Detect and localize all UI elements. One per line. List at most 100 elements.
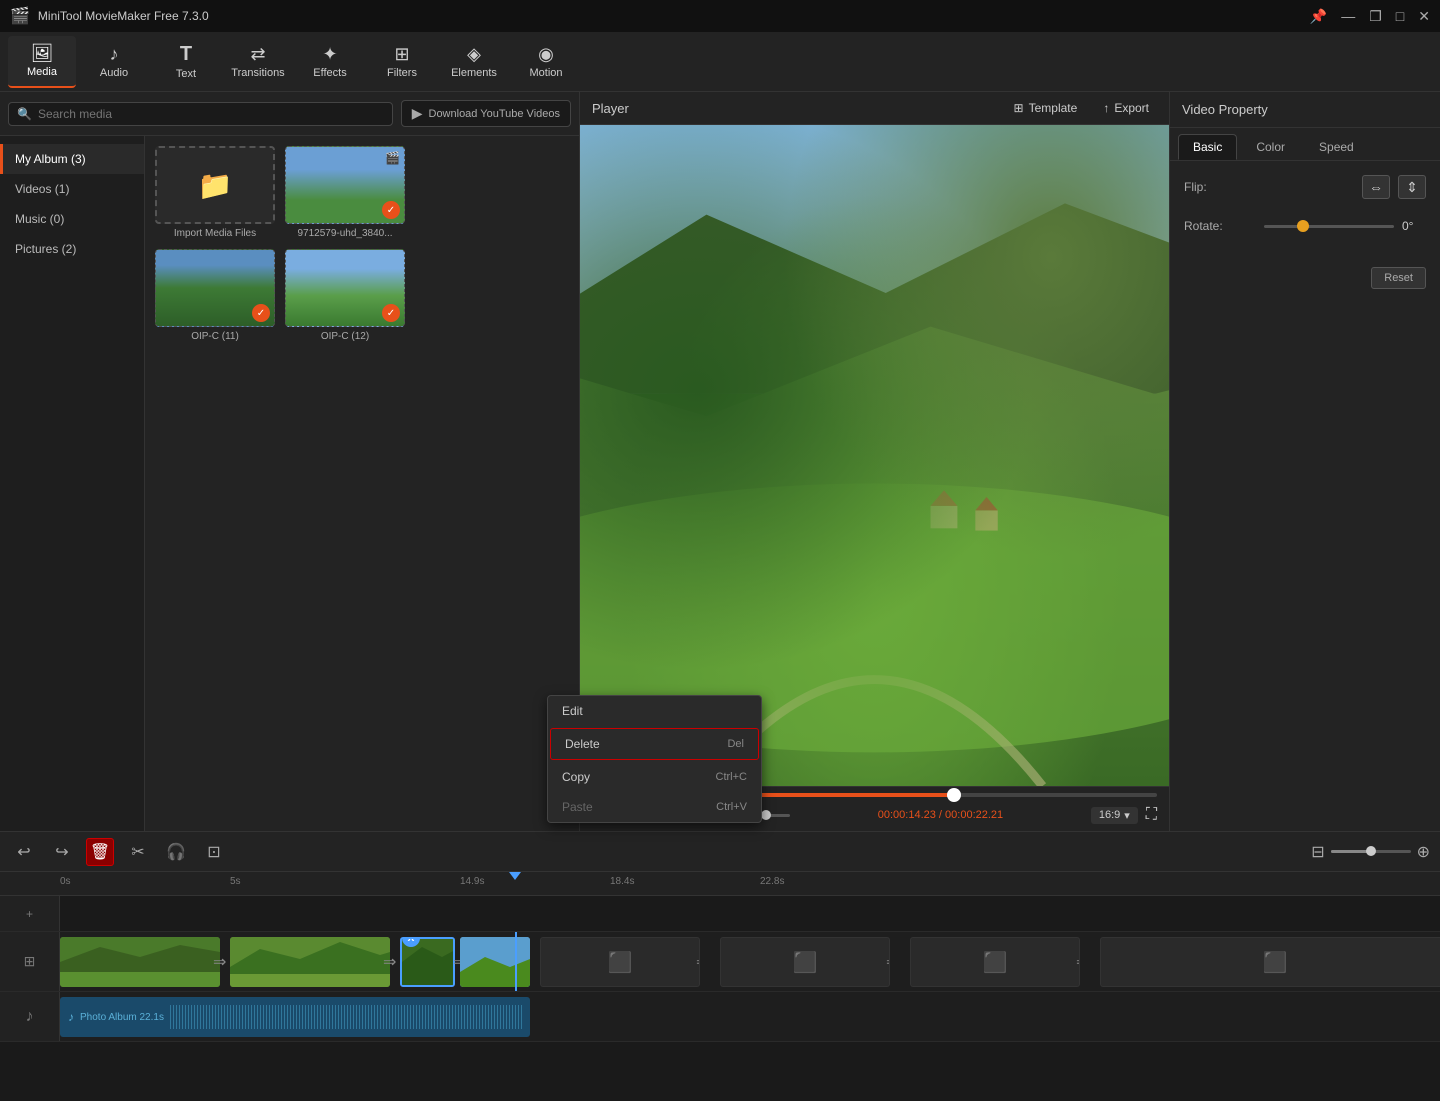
left-panel-top: 🔍 ▶ Download YouTube Videos xyxy=(0,92,579,136)
zoom-slider[interactable] xyxy=(1331,850,1411,853)
tab-basic[interactable]: Basic xyxy=(1178,134,1237,160)
audio-track-row: ♪ ♪ Photo Album 22.1s xyxy=(0,992,1440,1042)
media-item-img2[interactable]: ✓ OIP-C (12) xyxy=(285,249,405,342)
left-panel: 🔍 ▶ Download YouTube Videos My Album (3)… xyxy=(0,92,580,831)
pin-button[interactable]: 📌 xyxy=(1310,8,1327,25)
player-label: Player xyxy=(592,101,629,116)
clip-2-thumb xyxy=(230,937,390,987)
context-menu-edit[interactable]: Edit xyxy=(548,696,761,726)
timeline-clip-empty-3: ⬛ ⇒ xyxy=(910,937,1080,987)
flip-vertical-button[interactable]: ⇕ xyxy=(1398,175,1426,199)
tab-speed[interactable]: Speed xyxy=(1304,134,1369,160)
flip-row: Flip: ⇔ ⇕ xyxy=(1184,175,1426,199)
undo-button[interactable]: ↩ xyxy=(10,838,38,866)
transition-4[interactable]: ⇒ xyxy=(696,952,700,972)
sidebar-item-videos[interactable]: Videos (1) xyxy=(0,174,144,204)
template-button[interactable]: ⊞ Template xyxy=(1006,98,1086,118)
maximize-button[interactable]: □ xyxy=(1396,8,1404,24)
toolbar-item-elements[interactable]: ◈ Elements xyxy=(440,36,508,88)
transition-2[interactable]: ⇒ xyxy=(383,952,396,972)
timeline-clip-empty-2: ⬛ ⇒ xyxy=(720,937,890,987)
track-add-label[interactable]: + xyxy=(0,896,60,931)
redo-button[interactable]: ↪ xyxy=(48,838,76,866)
clip-4-thumb xyxy=(460,937,530,987)
title-bar: 🎬 MiniTool MovieMaker Free 7.3.0 📌 — ❐ □… xyxy=(0,0,1440,32)
tab-color[interactable]: Color xyxy=(1241,134,1300,160)
timeline-clip-3[interactable]: X xyxy=(400,937,455,987)
toolbar-item-audio[interactable]: ♪ Audio xyxy=(80,36,148,88)
close-button[interactable]: ✕ xyxy=(1418,8,1430,25)
context-menu-delete[interactable]: Delete Del xyxy=(550,728,759,760)
crop-button[interactable]: ⊡ xyxy=(200,838,228,866)
video-track-icon: ⊞ xyxy=(24,953,36,970)
export-button[interactable]: ↑ Export xyxy=(1095,98,1157,118)
property-tabs: Basic Color Speed xyxy=(1170,128,1440,161)
timeline-clip-2[interactable] xyxy=(230,937,390,987)
video-area xyxy=(580,125,1169,786)
toolbar-item-text[interactable]: T Text xyxy=(152,36,220,88)
sidebar-item-my-album[interactable]: My Album (3) xyxy=(0,144,144,174)
transition-1[interactable]: ⇒ xyxy=(213,952,226,972)
toolbar-item-motion[interactable]: ◉ Motion xyxy=(512,36,580,88)
video-track-row: ⊞ ⇒ xyxy=(0,932,1440,992)
search-icon: 🔍 xyxy=(17,107,32,121)
right-panel: Video Property Basic Color Speed Flip: ⇔… xyxy=(1170,92,1440,831)
audio-icon: ♪ xyxy=(110,44,119,65)
fullscreen-button[interactable]: ⛶ xyxy=(1146,806,1157,824)
transition-6[interactable]: ⇒ xyxy=(1076,952,1080,972)
transitions-label: Transitions xyxy=(231,67,284,79)
toolbar-item-media[interactable]: 🖼 Media xyxy=(8,36,76,88)
add-track-icon: + xyxy=(26,907,33,921)
flip-horizontal-button[interactable]: ⇔ xyxy=(1362,175,1390,199)
context-menu-copy[interactable]: Copy Ctrl+C xyxy=(548,762,761,792)
chevron-down-icon: ▾ xyxy=(1124,809,1130,822)
toolbar-item-effects[interactable]: ✦ Effects xyxy=(296,36,364,88)
elements-icon: ◈ xyxy=(467,44,481,65)
toolbar-item-filters[interactable]: ⊞ Filters xyxy=(368,36,436,88)
media-item-img1[interactable]: ✓ OIP-C (11) xyxy=(155,249,275,342)
video-preview xyxy=(580,125,1169,786)
flip-controls: ⇔ ⇕ xyxy=(1362,175,1426,199)
video-frame xyxy=(580,125,1169,786)
right-panel-header: Video Property xyxy=(1170,92,1440,128)
player-header: Player ⊞ Template ↑ Export xyxy=(580,92,1169,125)
filters-label: Filters xyxy=(387,67,417,79)
audio-clip[interactable]: ♪ Photo Album 22.1s xyxy=(60,997,530,1037)
audio-edit-button[interactable]: 🎧 xyxy=(162,838,190,866)
restore-button[interactable]: ❐ xyxy=(1369,8,1382,25)
download-youtube-button[interactable]: ▶ Download YouTube Videos xyxy=(401,100,571,127)
sidebar-item-music[interactable]: Music (0) xyxy=(0,204,144,234)
zoom-thumb xyxy=(1366,846,1376,856)
timeline-area: ↩ ↪ 🗑 ✂ 🎧 ⊡ ⊟ ⊕ 0s 5s 14.9s 18.4s 22.8s xyxy=(0,831,1440,1101)
search-input[interactable] xyxy=(38,107,384,121)
import-thumb[interactable]: 📁 xyxy=(155,146,275,224)
cut-button[interactable]: ✂ xyxy=(124,838,152,866)
rotate-slider[interactable] xyxy=(1264,225,1394,228)
timeline-toolbar: ↩ ↪ 🗑 ✂ 🎧 ⊡ ⊟ ⊕ xyxy=(0,832,1440,872)
delete-button[interactable]: 🗑 xyxy=(86,838,114,866)
minimize-button[interactable]: — xyxy=(1341,8,1355,24)
zoom-in-button[interactable]: ⊕ xyxy=(1417,842,1430,862)
media-item-video1[interactable]: 🎬 ✓ 9712579-uhd_3840... xyxy=(285,146,405,239)
motion-icon: ◉ xyxy=(538,44,554,65)
sidebar: My Album (3) Videos (1) Music (0) Pictur… xyxy=(0,136,145,831)
elements-label: Elements xyxy=(451,67,497,79)
toolbar-item-transitions[interactable]: ⇄ Transitions xyxy=(224,36,292,88)
rotate-value: 0° xyxy=(1402,219,1426,233)
sidebar-item-pictures[interactable]: Pictures (2) xyxy=(0,234,144,264)
aspect-ratio-selector[interactable]: 16:9 ▾ xyxy=(1091,807,1138,824)
timeline-clip-4[interactable] xyxy=(460,937,530,987)
search-box[interactable]: 🔍 xyxy=(8,102,393,126)
reset-button[interactable]: Reset xyxy=(1371,267,1426,289)
media-thumb-img1[interactable]: ✓ xyxy=(155,249,275,327)
timeline-clip-1[interactable] xyxy=(60,937,220,987)
media-thumb-img2[interactable]: ✓ xyxy=(285,249,405,327)
time-display: 00:00:14.23 / 00:00:22.21 xyxy=(878,809,1003,821)
media-thumb-video1[interactable]: 🎬 ✓ xyxy=(285,146,405,224)
zoom-fit-button[interactable]: ⊟ xyxy=(1311,842,1324,862)
transition-5[interactable]: ⇒ xyxy=(886,952,890,972)
import-media-item[interactable]: 📁 Import Media Files xyxy=(155,146,275,239)
empty-clip-icon-4: ⬛ xyxy=(1263,950,1288,975)
media-grid: 📁 Import Media Files 🎬 ✓ 9712579-uhd_384… xyxy=(145,136,579,831)
time-5s: 5s xyxy=(230,876,241,887)
